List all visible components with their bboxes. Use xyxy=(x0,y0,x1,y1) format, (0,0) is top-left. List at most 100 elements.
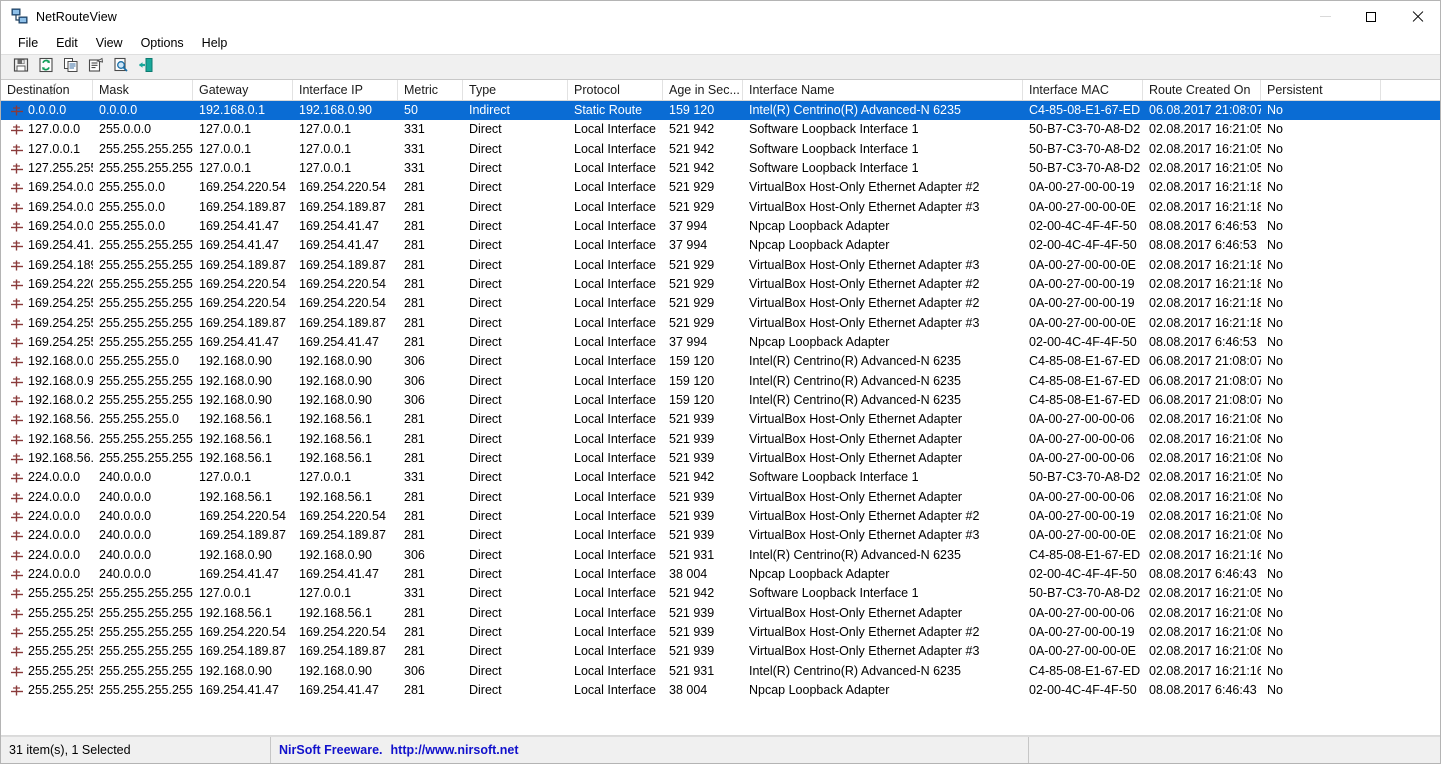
cell-type: Direct xyxy=(469,276,502,291)
cell-age: 521 939 xyxy=(669,644,715,659)
table-row[interactable]: 192.168.0.0 255.255.255.0 192.168.0.90 192.… xyxy=(1,352,1440,371)
table-row[interactable]: 169.254.0.0 255.255.0.0 169.254.220.54 169.… xyxy=(1,178,1440,197)
column-header-protocol[interactable]: Protocol xyxy=(568,80,663,100)
cell-mask: 255.255.255.255 xyxy=(99,663,193,678)
table-row[interactable]: 169.254.220.54 255.255.255.255 169.254.220… xyxy=(1,275,1440,294)
table-row[interactable]: 255.255.255.... 255.255.255.255 192.168.0.… xyxy=(1,662,1440,681)
save-button[interactable] xyxy=(10,56,32,78)
cell-persistent: No xyxy=(1267,605,1283,620)
cell-gateway: 192.168.56.1 xyxy=(199,431,272,446)
cell-persistent: No xyxy=(1267,354,1283,369)
table-row[interactable]: 169.254.41.47 255.255.255.255 169.254.41.4… xyxy=(1,236,1440,255)
route-entry-icon xyxy=(10,143,24,156)
properties-button[interactable] xyxy=(85,56,107,78)
cell-metric: 281 xyxy=(404,218,425,233)
table-row[interactable]: 127.0.0.0 255.0.0.0 127.0.0.1 127.0.0.1 331 D… xyxy=(1,120,1440,139)
column-header-interface-ip[interactable]: Interface IP xyxy=(293,80,398,100)
cell-age: 521 942 xyxy=(669,141,715,156)
table-row[interactable]: 255.255.255.... 255.255.255.255 169.254.22… xyxy=(1,623,1440,642)
table-row[interactable]: 255.255.255.... 255.255.255.255 192.168.56… xyxy=(1,604,1440,623)
minimize-button[interactable] xyxy=(1302,1,1348,32)
cell-text: 224.0.0.0 xyxy=(28,528,81,543)
table-row[interactable]: 255.255.255.... 255.255.255.255 127.0.0.1 1… xyxy=(1,584,1440,603)
cell-protocol: Local Interface xyxy=(574,141,656,156)
column-header-interface-name[interactable]: Interface Name xyxy=(743,80,1023,100)
nirsoft-website-link[interactable]: http://www.nirsoft.net xyxy=(391,743,519,757)
exit-button[interactable] xyxy=(135,56,157,78)
table-row[interactable]: 224.0.0.0 240.0.0.0 192.168.0.90 192.168.0.… xyxy=(1,546,1440,565)
cell-interface-name: VirtualBox Host-Only Ethernet Adapter xyxy=(749,450,963,465)
cell-interface-name: VirtualBox Host-Only Ethernet Adapter #2 xyxy=(749,508,980,523)
cell-persistent: No xyxy=(1267,373,1283,388)
cell-created: 02.08.2017 16:21:18 xyxy=(1149,296,1261,311)
table-row[interactable]: 169.254.255.... 255.255.255.255 169.254.41… xyxy=(1,333,1440,352)
cell-gateway: 169.254.41.47 xyxy=(199,334,279,349)
cell-protocol: Local Interface xyxy=(574,392,656,407)
cell-type: Direct xyxy=(469,470,502,485)
menu-item-edit[interactable]: Edit xyxy=(47,34,87,52)
table-row[interactable]: 169.254.255.... 255.255.255.255 169.254.18… xyxy=(1,314,1440,333)
table-row[interactable]: 127.0.0.1 255.255.255.255 127.0.0.1 127.0.0… xyxy=(1,140,1440,159)
cell-text: 169.254.220.54 xyxy=(28,276,93,291)
cell-type: Direct xyxy=(469,218,502,233)
cell-persistent: No xyxy=(1267,257,1283,272)
menu-item-file[interactable]: File xyxy=(9,34,47,52)
cell-mask: 255.255.0.0 xyxy=(99,218,166,233)
cell-destination: 255.255.255.... xyxy=(1,642,93,661)
column-header-label: Destination xyxy=(7,83,70,97)
copy-button[interactable] xyxy=(60,56,82,78)
cell-type: Direct xyxy=(469,141,502,156)
table-row[interactable]: 255.255.255.... 255.255.255.255 169.254.41… xyxy=(1,681,1440,700)
table-row[interactable]: 169.254.189.87 255.255.255.255 169.254.189… xyxy=(1,256,1440,275)
table-row[interactable]: 224.0.0.0 240.0.0.0 192.168.56.1 192.168.56… xyxy=(1,488,1440,507)
cell-metric: 281 xyxy=(404,566,425,581)
cell-metric: 281 xyxy=(404,315,425,330)
cell-age: 159 120 xyxy=(669,354,715,369)
route-entry-icon xyxy=(10,201,24,214)
column-header-metric[interactable]: Metric xyxy=(398,80,463,100)
table-row[interactable]: 169.254.255.... 255.255.255.255 169.254.22… xyxy=(1,294,1440,313)
cell-text: 169.254.0.0 xyxy=(28,199,93,214)
menu-item-options[interactable]: Options xyxy=(132,34,193,52)
table-row[interactable]: 224.0.0.0 240.0.0.0 169.254.189.87 169.254.… xyxy=(1,526,1440,545)
column-header-persistent[interactable]: Persistent xyxy=(1261,80,1381,100)
table-row[interactable]: 169.254.0.0 255.255.0.0 169.254.189.87 169.… xyxy=(1,198,1440,217)
column-header-type[interactable]: Type xyxy=(463,80,568,100)
table-row[interactable]: 224.0.0.0 240.0.0.0 169.254.41.47 169.254.4… xyxy=(1,565,1440,584)
column-header-route-created-on[interactable]: Route Created On xyxy=(1143,80,1261,100)
refresh-button[interactable] xyxy=(35,56,57,78)
cell-mac: 02-00-4C-4F-4F-50 xyxy=(1029,218,1137,233)
cell-metric: 281 xyxy=(404,180,425,195)
cell-interface-ip: 169.254.220.54 xyxy=(299,624,386,639)
table-row[interactable]: 192.168.0.255 255.255.255.255 192.168.0.90… xyxy=(1,391,1440,410)
find-button[interactable] xyxy=(110,56,132,78)
close-button[interactable] xyxy=(1394,1,1440,32)
cell-metric: 281 xyxy=(404,528,425,543)
table-row[interactable]: 169.254.0.0 255.255.0.0 169.254.41.47 169.2… xyxy=(1,217,1440,236)
cell-text: 192.168.56.1 xyxy=(28,431,93,446)
route-entry-icon xyxy=(10,104,24,117)
cell-metric: 281 xyxy=(404,296,425,311)
cell-interface-ip: 169.254.189.87 xyxy=(299,315,386,330)
column-header-age-in-sec[interactable]: Age in Sec... xyxy=(663,80,743,100)
table-row[interactable]: 192.168.56.255 255.255.255.255 192.168.56.… xyxy=(1,449,1440,468)
cell-gateway: 169.254.189.87 xyxy=(199,257,286,272)
table-row[interactable]: 224.0.0.0 240.0.0.0 127.0.0.1 127.0.0.1 331 D… xyxy=(1,468,1440,487)
cell-type: Direct xyxy=(469,334,502,349)
routes-listview[interactable]: Destination ╱ Mask Gateway Interface IP Metri… xyxy=(1,80,1440,736)
menu-item-help[interactable]: Help xyxy=(193,34,237,52)
table-row[interactable]: 255.255.255.... 255.255.255.255 169.254.18… xyxy=(1,642,1440,661)
table-row[interactable]: 192.168.0.90 255.255.255.255 192.168.0.90 1… xyxy=(1,372,1440,391)
column-header-destination[interactable]: Destination ╱ xyxy=(1,80,93,100)
cell-protocol: Local Interface xyxy=(574,315,656,330)
maximize-button[interactable] xyxy=(1348,1,1394,32)
column-header-interface-mac[interactable]: Interface MAC xyxy=(1023,80,1143,100)
table-row[interactable]: 127.255.255.... 255.255.255.255 127.0.0.1 1… xyxy=(1,159,1440,178)
column-header-mask[interactable]: Mask xyxy=(93,80,193,100)
table-row[interactable]: 224.0.0.0 240.0.0.0 169.254.220.54 169.254.… xyxy=(1,507,1440,526)
table-row[interactable]: 0.0.0.0 0.0.0.0 192.168.0.1 192.168.0.90 50 I… xyxy=(1,101,1440,121)
table-row[interactable]: 192.168.56.1 255.255.255.255 192.168.56.1 1… xyxy=(1,430,1440,449)
column-header-gateway[interactable]: Gateway xyxy=(193,80,293,100)
menu-item-view[interactable]: View xyxy=(87,34,132,52)
table-row[interactable]: 192.168.56.0 255.255.255.0 192.168.56.1 192… xyxy=(1,410,1440,429)
